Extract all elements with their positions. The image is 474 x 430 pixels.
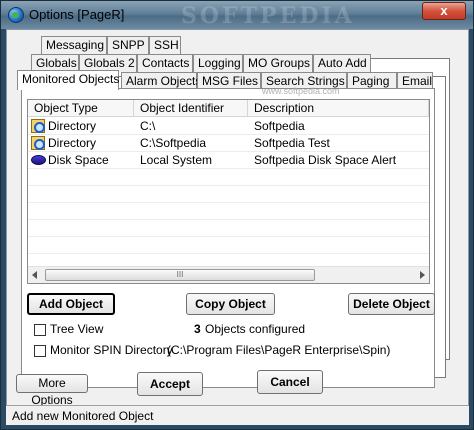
objects-count: 3 — [194, 322, 201, 336]
table-row[interactable]: Directory C:\ Softpedia — [28, 118, 429, 134]
list-header: Object Type Object Identifier Descriptio… — [28, 100, 429, 117]
tab-contacts[interactable]: Contacts — [137, 54, 193, 72]
directory-icon — [31, 119, 45, 133]
close-button[interactable]: x — [422, 2, 466, 20]
close-icon: x — [440, 3, 448, 18]
cell-description: Softpedia — [254, 119, 305, 133]
tab-messaging[interactable]: Messaging — [41, 36, 107, 54]
cancel-button[interactable]: Cancel — [257, 370, 323, 394]
scroll-right-icon[interactable] — [420, 271, 425, 279]
row-divider — [28, 236, 429, 237]
column-object-identifier[interactable]: Object Identifier — [134, 100, 248, 116]
dialog-client: Messaging SNPP SSH Globals Globals 2 Con… — [6, 29, 469, 425]
scroll-left-icon[interactable] — [32, 271, 37, 279]
cell-description: Softpedia Disk Space Alert — [254, 153, 397, 167]
title-bar[interactable]: Options [PageR] SOFTPEDIA x — [1, 1, 473, 29]
row-divider — [28, 168, 429, 169]
cell-type: Directory — [48, 136, 97, 150]
scroll-thumb[interactable]: III — [45, 269, 315, 281]
cell-type: Disk Space — [48, 153, 109, 167]
cell-type: Directory — [48, 119, 97, 133]
tree-view-checkbox[interactable] — [34, 324, 46, 336]
list-watermark: www.softpedia.com — [262, 86, 340, 96]
objects-configured-label: Objects configured — [205, 322, 306, 336]
options-window: Options [PageR] SOFTPEDIA x Messaging SN… — [0, 0, 474, 430]
window-title: Options [PageR] — [29, 7, 125, 22]
tab-auto-add[interactable]: Auto Add — [313, 54, 371, 72]
tab-ssh[interactable]: SSH — [149, 36, 181, 54]
tab-mo-groups[interactable]: MO Groups — [243, 54, 313, 72]
more-options-button[interactable]: More Options — [16, 374, 88, 407]
tab-monitored-objects[interactable]: Monitored Objects — [17, 70, 119, 90]
monitor-spin-label: Monitor SPIN Directory — [50, 343, 173, 357]
cell-identifier: C:\Softpedia — [140, 136, 207, 150]
spin-path: (C:\Program Files\PageR Enterprise\Spin) — [167, 343, 391, 357]
cell-identifier: C:\ — [140, 119, 156, 133]
table-row[interactable]: Directory C:\Softpedia Softpedia Test — [28, 135, 429, 151]
cell-identifier: Local System — [140, 153, 213, 167]
copy-object-button[interactable]: Copy Object — [186, 293, 275, 315]
accept-button[interactable]: Accept — [137, 372, 203, 396]
objects-list[interactable]: Object Type Object Identifier Descriptio… — [27, 99, 430, 284]
monitored-objects-panel: www.softpedia.com Object Type Object Ide… — [21, 86, 435, 388]
row-divider — [28, 202, 429, 203]
watermark: SOFTPEDIA — [181, 3, 355, 29]
directory-icon — [31, 136, 45, 150]
column-description[interactable]: Description — [248, 100, 429, 116]
row-divider — [28, 253, 429, 254]
tree-view-label: Tree View — [50, 322, 104, 336]
cell-description: Softpedia Test — [254, 136, 330, 150]
add-object-button[interactable]: Add Object — [27, 293, 115, 315]
tab-logging[interactable]: Logging — [193, 54, 243, 72]
row-divider — [28, 219, 429, 220]
monitor-spin-checkbox[interactable] — [34, 345, 46, 357]
row-divider — [28, 185, 429, 186]
column-object-type[interactable]: Object Type — [28, 100, 134, 116]
status-bar: Add new Monitored Object — [6, 405, 469, 425]
table-row[interactable]: Disk Space Local System Softpedia Disk S… — [28, 152, 429, 168]
delete-object-button[interactable]: Delete Object — [348, 293, 435, 315]
tab-snpp[interactable]: SNPP — [107, 36, 149, 54]
horizontal-scrollbar[interactable]: III — [28, 266, 429, 283]
status-text: Add new Monitored Object — [12, 409, 154, 423]
disk-space-icon — [31, 155, 46, 165]
globe-icon — [8, 7, 24, 23]
